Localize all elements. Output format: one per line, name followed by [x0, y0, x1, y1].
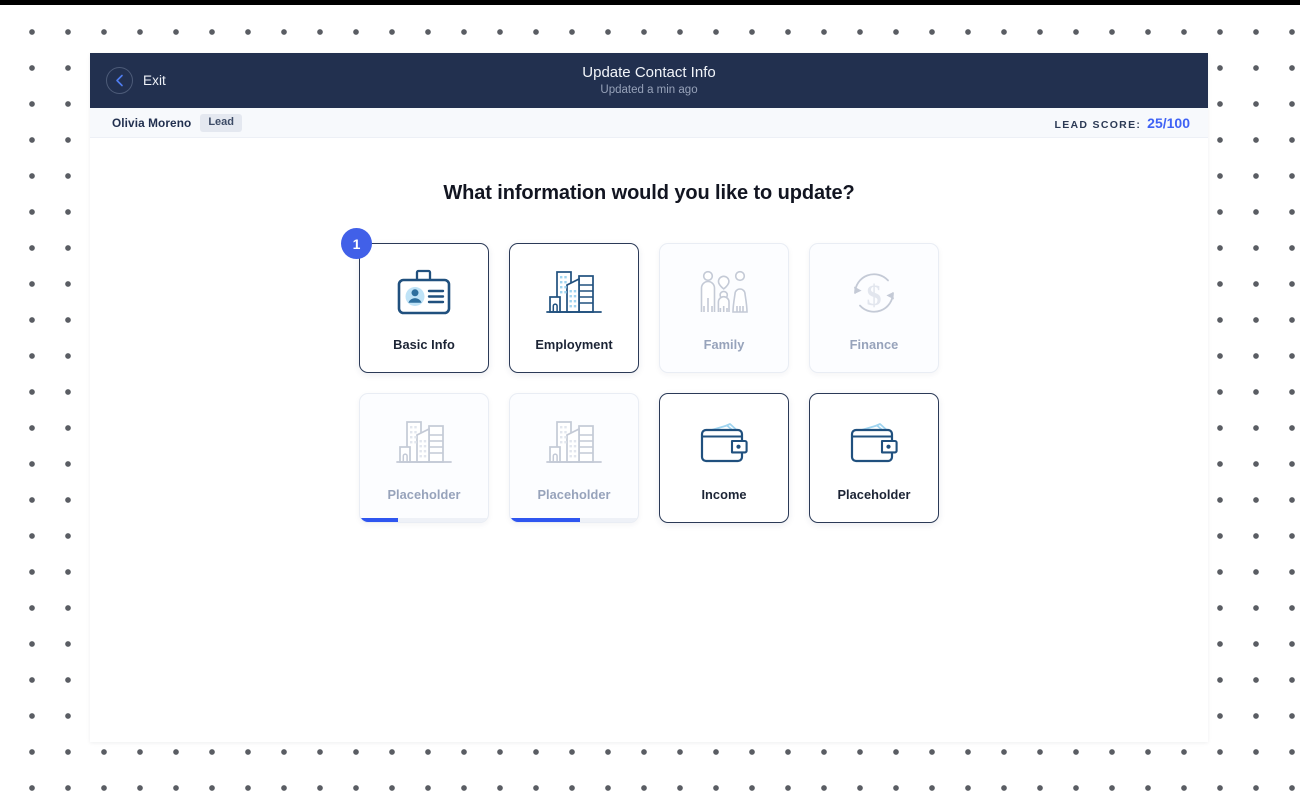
office-buildings-icon — [546, 415, 602, 471]
contact-name: Olivia Moreno — [112, 115, 192, 130]
exit-label: Exit — [143, 73, 166, 88]
status-badge: Lead — [200, 113, 242, 132]
step-badge: 1 — [341, 228, 372, 259]
option-card-grid: Basic Info Employment Family $ Finance P… — [359, 243, 939, 523]
option-card-placeholder: Placeholder — [359, 393, 489, 523]
card-progress-fill — [510, 518, 581, 522]
lead-score-value: 25/100 — [1147, 114, 1190, 131]
top-black-bar — [0, 0, 1300, 5]
page-title: Update Contact Info — [582, 63, 716, 81]
option-card-label: Finance — [849, 336, 899, 352]
office-buildings-icon — [396, 415, 452, 471]
lead-score: LEAD SCORE: 25/100 — [1055, 115, 1190, 131]
page-subtitle: Updated a min ago — [600, 83, 698, 96]
office-buildings-icon — [546, 265, 602, 321]
option-card-label: Placeholder — [537, 486, 611, 502]
wallet-icon — [846, 415, 902, 471]
card-progress-fill — [360, 518, 399, 522]
panel-body: What information would you like to updat… — [90, 138, 1208, 742]
family-icon — [696, 265, 752, 321]
wallet-icon — [696, 415, 752, 471]
option-card-label: Family — [703, 336, 745, 352]
option-card-family: Family — [659, 243, 789, 373]
option-card-placeholder[interactable]: Placeholder — [809, 393, 939, 523]
option-card-income[interactable]: Income — [659, 393, 789, 523]
exit-button[interactable]: Exit — [106, 67, 166, 94]
option-card-label: Income — [701, 486, 747, 502]
option-card-basic-info[interactable]: Basic Info — [359, 243, 489, 373]
option-card-label: Employment — [535, 336, 613, 352]
card-grid-wrap: 1 Basic Info Employment Family $ Finance… — [341, 205, 939, 523]
option-card-placeholder: Placeholder — [509, 393, 639, 523]
panel-header: Exit Update Contact Info Updated a min a… — [90, 53, 1208, 108]
app-panel: Exit Update Contact Info Updated a min a… — [90, 53, 1208, 742]
svg-text:$: $ — [867, 279, 882, 312]
question-title: What information would you like to updat… — [443, 182, 855, 204]
option-card-label: Basic Info — [393, 336, 455, 352]
card-progress-bar — [360, 518, 488, 522]
option-card-employment[interactable]: Employment — [509, 243, 639, 373]
option-card-finance: $ Finance — [809, 243, 939, 373]
lead-score-label: LEAD SCORE: — [1054, 118, 1142, 131]
card-progress-bar — [510, 518, 638, 522]
id-badge-icon — [396, 265, 452, 321]
chevron-left-icon — [106, 67, 133, 94]
dollar-refresh-icon: $ — [846, 265, 902, 321]
header-title-block: Update Contact Info Updated a min ago — [90, 64, 1208, 97]
option-card-label: Placeholder — [387, 486, 461, 502]
option-card-label: Placeholder — [837, 486, 911, 502]
contact-sub-header: Olivia Moreno Lead LEAD SCORE: 25/100 — [90, 108, 1208, 138]
